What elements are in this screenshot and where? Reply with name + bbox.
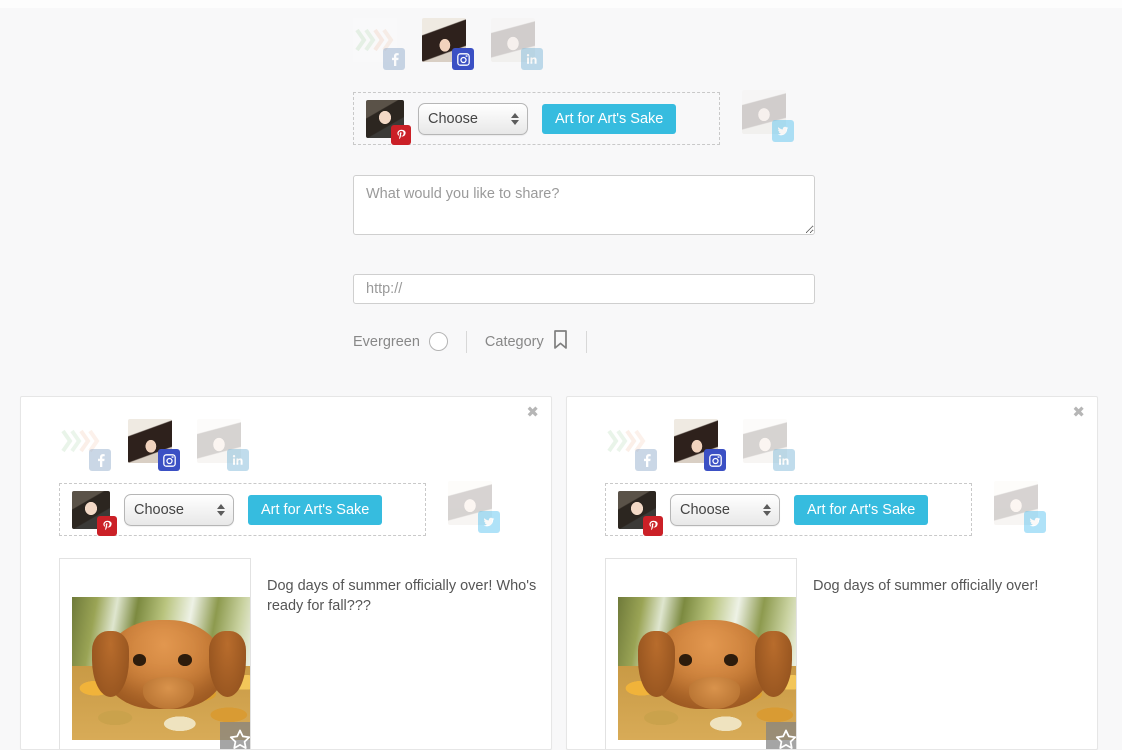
channel-dropdown[interactable]: Choose [670, 493, 780, 526]
facebook-icon [89, 449, 111, 471]
share-textarea[interactable] [353, 175, 815, 235]
account-profile-linkedin[interactable] [491, 18, 543, 70]
category-option[interactable]: Category [485, 330, 568, 353]
account-chevron-logo-facebook[interactable] [59, 419, 111, 471]
post-body: Dog days of summer officially over! Who'… [21, 558, 551, 749]
category-label: Category [484, 333, 544, 350]
channel-select-group: Choose Art for Art's Sake [353, 92, 720, 145]
account-chevron-logo-facebook[interactable] [353, 18, 405, 70]
post-thumbnail-image [72, 597, 250, 740]
linkedin-icon [227, 449, 249, 471]
pinterest-icon [97, 515, 117, 536]
channel-dropdown[interactable]: Choose [124, 493, 234, 526]
account-profile-pinterest[interactable] [72, 490, 117, 536]
link-input[interactable] [353, 274, 815, 304]
account-profile-pinterest[interactable] [366, 99, 411, 145]
channel-dropdown-wrap[interactable]: Choose [124, 493, 234, 526]
channel-dropdown-value: Choose [134, 501, 184, 518]
channel-dropdown-value: Choose [428, 110, 478, 127]
post-text: Dog days of summer officially over! [812, 578, 1039, 594]
post-text: Dog days of summer officially over! Who'… [266, 578, 537, 614]
board-select-button[interactable]: Art for Art's Sake [248, 494, 383, 525]
account-selector-row [567, 397, 1097, 471]
twitter-icon [1024, 510, 1046, 533]
channel-dropdown-wrap[interactable]: Choose [418, 102, 528, 135]
facebook-icon [383, 48, 405, 70]
card-channel-row: Choose Art for Art's Sake [59, 469, 551, 536]
card-channel-row: Choose Art for Art's Sake [605, 469, 1097, 536]
post-thumbnail-frame[interactable] [605, 558, 797, 749]
channel-select-group: Choose Art for Art's Sake [59, 483, 426, 536]
account-profile-instagram[interactable] [128, 419, 180, 471]
account-profile-twitter[interactable] [994, 480, 1046, 533]
composer-channel-row: Choose Art for Art's Sake [353, 78, 818, 145]
evergreen-option[interactable]: Evergreen [353, 332, 448, 351]
twitter-icon [478, 510, 500, 533]
account-profile-pinterest[interactable] [618, 490, 663, 536]
facebook-icon [635, 449, 657, 471]
account-selector-row [353, 18, 818, 78]
favorite-star-button[interactable] [766, 722, 796, 749]
top-bar [0, 0, 1122, 8]
account-profile-linkedin[interactable] [743, 419, 795, 471]
evergreen-label: Evergreen [353, 333, 420, 350]
account-chevron-logo-facebook[interactable] [605, 419, 657, 471]
queued-posts-list: ✖ Choose Art for Art's Sake Dog days of … [20, 396, 1098, 750]
close-icon[interactable]: ✖ [1072, 405, 1085, 420]
account-selector-row [21, 397, 551, 471]
board-select-button[interactable]: Art for Art's Sake [794, 494, 929, 525]
composer-options-row: Evergreen Category [353, 330, 818, 353]
account-profile-instagram[interactable] [422, 18, 474, 70]
bookmark-icon[interactable] [553, 330, 568, 353]
instagram-icon [452, 48, 474, 70]
options-divider [465, 330, 467, 353]
star-icon [229, 729, 250, 749]
post-body: Dog days of summer officially over! [567, 558, 1097, 749]
channel-select-group: Choose Art for Art's Sake [605, 483, 972, 536]
account-profile-twitter[interactable] [448, 480, 500, 533]
channel-dropdown-value: Choose [680, 501, 730, 518]
account-profile-twitter[interactable] [742, 89, 794, 142]
account-profile-instagram[interactable] [674, 419, 726, 471]
post-card: ✖ Choose Art for Art's Sake Dog days of … [20, 396, 552, 750]
instagram-icon [158, 449, 180, 471]
evergreen-toggle-icon[interactable] [428, 332, 448, 351]
star-icon [775, 729, 796, 749]
instagram-icon [704, 449, 726, 471]
options-divider-2 [585, 330, 587, 353]
post-thumbnail-frame[interactable] [59, 558, 251, 749]
post-thumbnail-image [618, 597, 796, 740]
pinterest-icon [391, 124, 411, 145]
pinterest-icon [643, 515, 663, 536]
linkedin-icon [773, 449, 795, 471]
post-card: ✖ Choose Art for Art's Sake Dog days of … [566, 396, 1098, 750]
post-composer: Choose Art for Art's Sake What would you… [0, 8, 1122, 353]
twitter-icon [772, 119, 794, 142]
channel-dropdown[interactable]: Choose [418, 102, 528, 135]
account-profile-linkedin[interactable] [197, 419, 249, 471]
favorite-star-button[interactable] [220, 722, 250, 749]
channel-dropdown-wrap[interactable]: Choose [670, 493, 780, 526]
linkedin-icon [521, 48, 543, 70]
board-select-button[interactable]: Art for Art's Sake [542, 103, 677, 134]
close-icon[interactable]: ✖ [526, 405, 539, 420]
